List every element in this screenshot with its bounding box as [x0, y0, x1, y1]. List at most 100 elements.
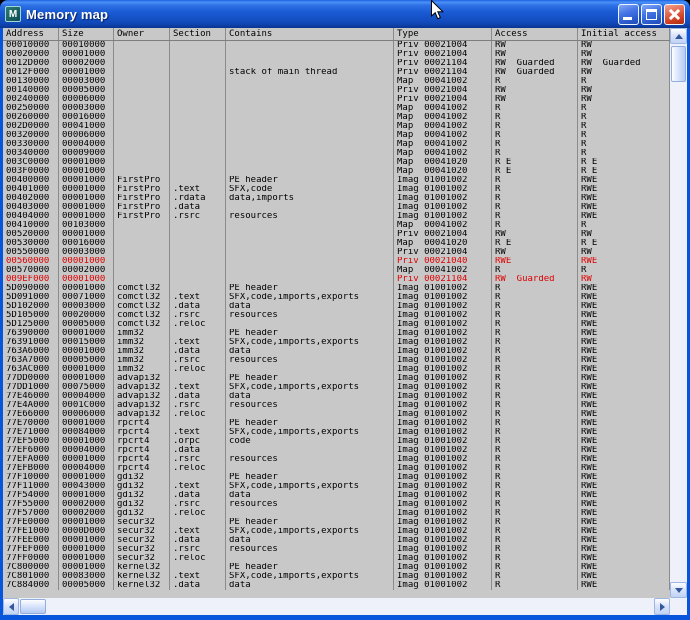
cell-contains: data: [226, 536, 394, 545]
table-row[interactable]: 00260000 00016000 Map 00041002 R R: [3, 113, 670, 122]
maximize-button[interactable]: [641, 4, 662, 25]
cell-access: RW: [492, 86, 578, 95]
cell-contains: [226, 41, 394, 50]
cell-type: Imag 01001002: [394, 203, 492, 212]
cell-address: 77EF5000: [3, 437, 59, 446]
cell-initial-access: RW: [578, 275, 670, 284]
table-row[interactable]: 77DD1000 00075000 advapi32 .text SFX,cod…: [3, 383, 670, 392]
table-row[interactable]: 0012D000 00002000 Priv 00021104 RW Guard…: [3, 59, 670, 68]
table-row[interactable]: 763A7000 00005000 imm32 .rsrc resources …: [3, 356, 670, 365]
table-row[interactable]: 003C0000 00001000 Map 00041020 R E R E: [3, 158, 670, 167]
table-row[interactable]: 77F10000 00001000 gdi32 PE header Imag 0…: [3, 473, 670, 482]
table-row[interactable]: 77E46000 00004000 advapi32 .data data Im…: [3, 392, 670, 401]
table-row[interactable]: 003F0000 00001000 Map 00041020 R E R E: [3, 167, 670, 176]
table-row[interactable]: 00240000 00006000 Priv 00021004 RW RW: [3, 95, 670, 104]
table-row[interactable]: 00403000 00001000 FirstPro .data Imag 01…: [3, 203, 670, 212]
table-row[interactable]: 009EF000 00001000 Priv 00021104 RW Guard…: [3, 275, 670, 284]
table-row[interactable]: 00400000 00001000 FirstPro PE header Ima…: [3, 176, 670, 185]
table-row[interactable]: 77DD0000 00001000 advapi32 PE header Ima…: [3, 374, 670, 383]
table-row[interactable]: 5D125000 00005000 comctl32 .reloc Imag 0…: [3, 320, 670, 329]
table-row[interactable]: 77EFB000 00004000 rpcrt4 .reloc Imag 010…: [3, 464, 670, 473]
scroll-right-button[interactable]: [654, 598, 670, 615]
cell-initial-access: RWE: [578, 482, 670, 491]
cell-section: .reloc: [170, 554, 226, 563]
table-row[interactable]: 77E66000 00006000 advapi32 .reloc Imag 0…: [3, 410, 670, 419]
table-row[interactable]: 00320000 00006000 Map 00041002 R R: [3, 131, 670, 140]
table-row[interactable]: 00570000 00002000 Map 00041002 R R: [3, 266, 670, 275]
cell-address: 00250000: [3, 104, 59, 113]
cell-owner: [114, 257, 170, 266]
table-row[interactable]: 5D102000 00003000 comctl32 .data data Im…: [3, 302, 670, 311]
table-row[interactable]: 7C800000 00001000 kernel32 PE header Ima…: [3, 563, 670, 572]
table-row[interactable]: 7C884000 00005000 kernel32 .data data Im…: [3, 581, 670, 590]
table-row[interactable]: 00410000 00103000 Map 00041002 R R: [3, 221, 670, 230]
table-row[interactable]: 0012F000 00001000 stack of main thread P…: [3, 68, 670, 77]
table-row[interactable]: 77E71000 00084000 rpcrt4 .text SFX,code,…: [3, 428, 670, 437]
table-row[interactable]: 00250000 00003000 Map 00041002 R R: [3, 104, 670, 113]
table-row[interactable]: 77EFA000 00001000 rpcrt4 .rsrc resources…: [3, 455, 670, 464]
horizontal-scroll-thumb[interactable]: [20, 599, 46, 614]
table-row[interactable]: 77F57000 00002000 gdi32 .reloc Imag 0100…: [3, 509, 670, 518]
table-row[interactable]: 77F54000 00001000 gdi32 .data data Imag …: [3, 491, 670, 500]
cell-access: R: [492, 581, 578, 590]
table-row[interactable]: 00402000 00001000 FirstPro .rdata data,i…: [3, 194, 670, 203]
cell-initial-access: RW: [578, 68, 670, 77]
table-row[interactable]: 5D091000 00071000 comctl32 .text SFX,cod…: [3, 293, 670, 302]
table-row[interactable]: 00010000 00010000 Priv 00021004 RW RW: [3, 41, 670, 50]
table-row[interactable]: 00330000 00004000 Map 00041002 R R: [3, 140, 670, 149]
cell-initial-access: R: [578, 104, 670, 113]
table-row[interactable]: 77F55000 00002000 gdi32 .rsrc resources …: [3, 500, 670, 509]
table-row[interactable]: 00404000 00001000 FirstPro .rsrc resourc…: [3, 212, 670, 221]
memory-map-icon[interactable]: M: [5, 6, 21, 22]
scroll-left-button[interactable]: [3, 598, 19, 615]
table-row[interactable]: 77EF5000 00001000 rpcrt4 .orpc code Imag…: [3, 437, 670, 446]
table-row[interactable]: 76390000 00001000 imm32 PE header Imag 0…: [3, 329, 670, 338]
table-row[interactable]: 77E4A000 0001C000 advapi32 .rsrc resourc…: [3, 401, 670, 410]
table-row[interactable]: 77EF6000 00004000 rpcrt4 .data Imag 0100…: [3, 446, 670, 455]
table-row[interactable]: 763A6000 00001000 imm32 .data data Imag …: [3, 347, 670, 356]
table-row[interactable]: 5D105000 00020000 comctl32 .rsrc resourc…: [3, 311, 670, 320]
table-row[interactable]: 002D0000 00041000 Map 00041002 R R: [3, 122, 670, 131]
cell-contains: PE header: [226, 374, 394, 383]
table-row[interactable]: 7C801000 00083000 kernel32 .text SFX,cod…: [3, 572, 670, 581]
cell-owner: advapi32: [114, 383, 170, 392]
table-row[interactable]: 77FEF000 00001000 secur32 .rsrc resource…: [3, 545, 670, 554]
cell-access: R: [492, 374, 578, 383]
titlebar[interactable]: M Memory map: [0, 0, 690, 28]
cell-owner: comctl32: [114, 302, 170, 311]
table-row[interactable]: 76391000 00015000 imm32 .text SFX,code,i…: [3, 338, 670, 347]
table-row[interactable]: 00401000 00001000 FirstPro .text SFX,cod…: [3, 185, 670, 194]
horizontal-scroll-track[interactable]: [19, 598, 654, 615]
table-row[interactable]: 763AC000 00001000 imm32 .reloc Imag 0100…: [3, 365, 670, 374]
table-row[interactable]: 77F11000 00043000 gdi32 .text SFX,code,i…: [3, 482, 670, 491]
table-row[interactable]: 77FE0000 00001000 secur32 PE header Imag…: [3, 518, 670, 527]
cell-type: Imag 01001002: [394, 185, 492, 194]
table-row[interactable]: 77FF0000 00001000 secur32 .reloc Imag 01…: [3, 554, 670, 563]
close-button[interactable]: [664, 4, 685, 25]
table-row[interactable]: 00550000 00003000 Priv 00021004 RW RW: [3, 248, 670, 257]
vertical-scrollbar[interactable]: [670, 28, 687, 598]
table-row[interactable]: 00560000 00001000 Priv 00021040 RWE RWE: [3, 257, 670, 266]
table-row[interactable]: 5D090000 00001000 comctl32 PE header Ima…: [3, 284, 670, 293]
table-row[interactable]: 77FEE000 00001000 secur32 .data data Ima…: [3, 536, 670, 545]
table-row[interactable]: 77FE1000 0000D000 secur32 .text SFX,code…: [3, 527, 670, 536]
scroll-up-button[interactable]: [670, 28, 687, 44]
cell-section: [170, 68, 226, 77]
scroll-down-button[interactable]: [670, 582, 687, 598]
cell-access: R: [492, 221, 578, 230]
cell-contains: data: [226, 581, 394, 590]
table-row[interactable]: 77E70000 00001000 rpcrt4 PE header Imag …: [3, 419, 670, 428]
horizontal-scrollbar[interactable]: [3, 598, 670, 615]
table-row[interactable]: 00340000 00009000 Map 00041002 R R: [3, 149, 670, 158]
cell-owner: rpcrt4: [114, 446, 170, 455]
cell-contains: resources: [226, 311, 394, 320]
table-row[interactable]: 00140000 00005000 Priv 00021004 RW RW: [3, 86, 670, 95]
vertical-scroll-track[interactable]: [670, 44, 687, 582]
table-row[interactable]: 00130000 00003000 Map 00041002 R R: [3, 77, 670, 86]
table-row[interactable]: 00530000 00016000 Map 00041020 R E R E: [3, 239, 670, 248]
vertical-scroll-thumb[interactable]: [671, 46, 686, 82]
cell-section: .data: [170, 446, 226, 455]
table-row[interactable]: 00520000 00001000 Priv 00021004 RW RW: [3, 230, 670, 239]
table-row[interactable]: 00020000 00001000 Priv 00021004 RW RW: [3, 50, 670, 59]
minimize-button[interactable]: [618, 4, 639, 25]
